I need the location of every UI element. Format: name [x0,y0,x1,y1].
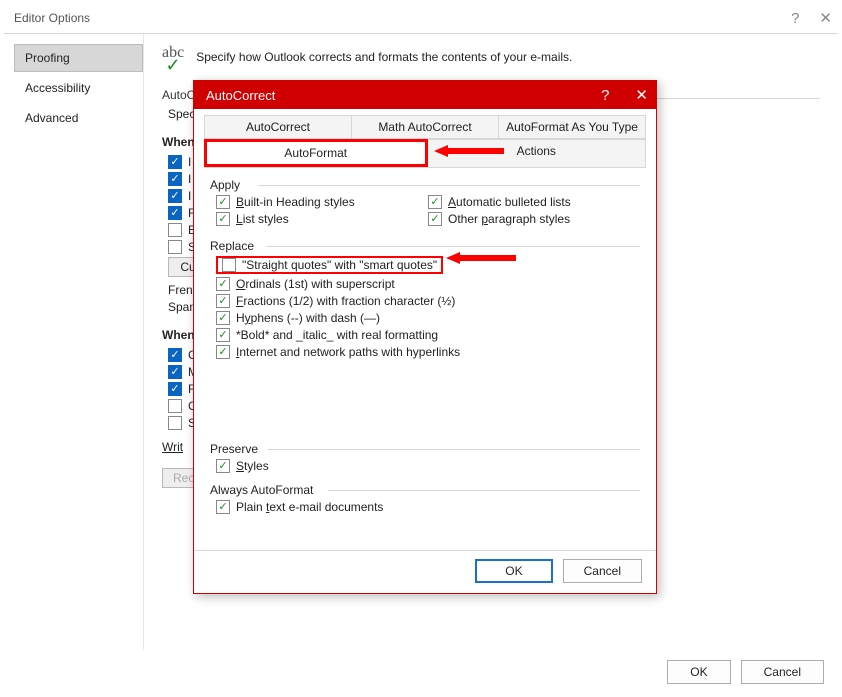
tab-autoformat-as-you-type[interactable]: AutoFormat As You Type [499,115,646,138]
close-icon[interactable]: ✕ [819,9,832,27]
checkbox[interactable] [168,223,182,237]
editor-ok-button[interactable]: OK [667,660,730,684]
checkbox[interactable]: ✓ [168,189,182,203]
sidebar-item-advanced[interactable]: Advanced [14,104,143,132]
bold-italic-label: *Bold* and _italic_ with real formatting [236,328,438,342]
sidebar: Proofing Accessibility Advanced [4,34,144,650]
spanish-line: Span [168,300,196,314]
tab-math-autocorrect[interactable]: Math AutoCorrect [352,115,499,138]
autocorrect-dialog: AutoCorrect ? ✕ AutoCorrect Math AutoCor… [193,80,657,594]
checkbox-bulleted-lists[interactable]: ✓ [428,195,442,209]
sidebar-item-accessibility[interactable]: Accessibility [14,74,143,102]
check-icon: ✓ [166,60,181,70]
specify-text: Specify how Outlook corrects and formats… [196,50,572,70]
checkbox[interactable] [168,399,182,413]
editor-bottom-bar: OK Cancel [4,650,838,694]
checkbox[interactable]: ✓ [168,155,182,169]
checkbox-list-styles[interactable]: ✓ [216,212,230,226]
tab-autocorrect[interactable]: AutoCorrect [204,115,352,138]
apply-title: Apply [210,178,640,192]
checkbox[interactable]: ✓ [168,365,182,379]
checkbox-internet-paths[interactable]: ✓ [216,345,230,359]
checkbox[interactable]: ✓ [168,348,182,362]
checkbox[interactable] [168,240,182,254]
checkbox-paragraph-styles[interactable]: ✓ [428,212,442,226]
autocorrect-ok-button[interactable]: OK [475,559,552,583]
checkbox[interactable]: ✓ [168,172,182,186]
close-icon[interactable]: ✕ [635,86,648,104]
sidebar-item-proofing[interactable]: Proofing [14,44,143,72]
help-icon[interactable]: ? [791,10,799,27]
annotation-arrow-icon [446,250,516,266]
straight-quotes-label: "Straight quotes" with "smart quotes" [242,258,437,272]
preserve-title: Preserve [210,442,640,456]
checkbox-hyphens[interactable]: ✓ [216,311,230,325]
tab-autoformat[interactable]: AutoFormat [204,139,428,167]
checkbox[interactable] [168,416,182,430]
checkbox-straight-quotes[interactable] [222,258,236,272]
checkbox[interactable]: ✓ [168,382,182,396]
editor-title: Editor Options [14,11,90,25]
checkbox[interactable]: ✓ [168,206,182,220]
writing-style[interactable]: Writ [162,440,183,454]
tabs-row-2: AutoFormat Actions [204,139,646,168]
checkbox-ordinals[interactable]: ✓ [216,277,230,291]
checkbox-plain-text[interactable]: ✓ [216,500,230,514]
annotation-arrow-icon [434,143,504,159]
autocorrect-cancel-button[interactable]: Cancel [563,559,642,583]
editor-titlebar: Editor Options ? ✕ [4,2,838,34]
autocorrect-title: AutoCorrect [206,88,275,103]
checkbox-bold-italic[interactable]: ✓ [216,328,230,342]
tabs-row-1: AutoCorrect Math AutoCorrect AutoFormat … [204,115,646,139]
checkbox-heading-styles[interactable]: ✓ [216,195,230,209]
checkbox-styles[interactable]: ✓ [216,459,230,473]
autocorrect-titlebar: AutoCorrect ? ✕ [194,81,656,109]
french-line: Fren [168,283,193,297]
replace-title: Replace [210,239,640,253]
editor-cancel-button[interactable]: Cancel [741,660,824,684]
autocorrect-bottom-bar: OK Cancel [194,550,656,593]
help-icon[interactable]: ? [601,87,609,104]
checkbox-fractions[interactable]: ✓ [216,294,230,308]
always-title: Always AutoFormat [210,483,640,497]
